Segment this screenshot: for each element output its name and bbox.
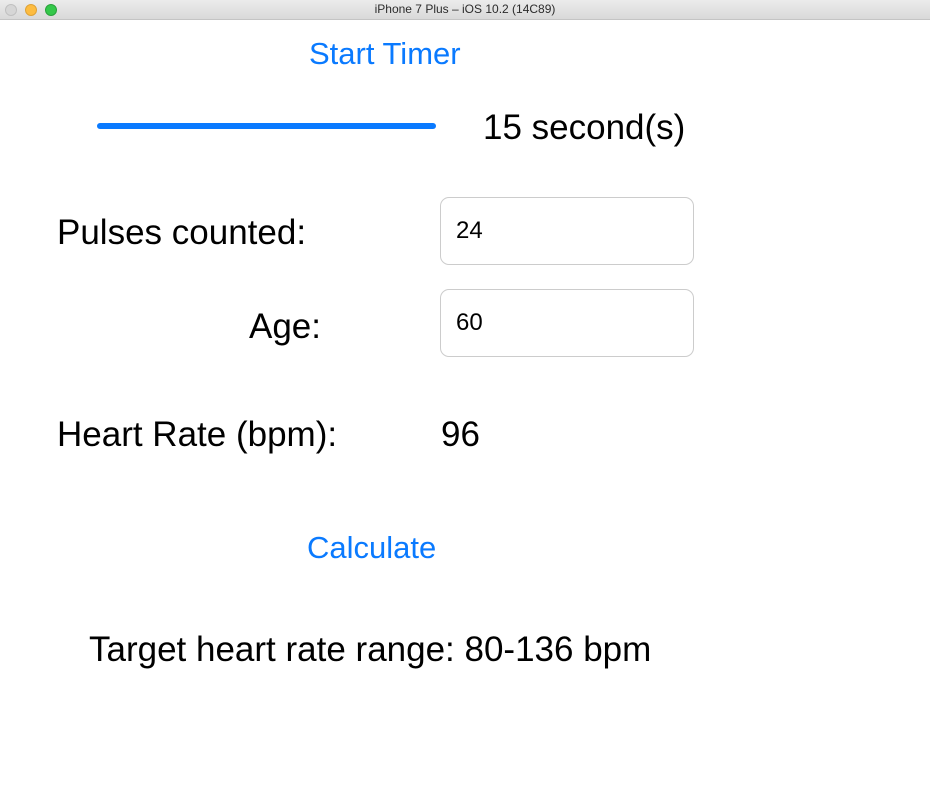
- age-field[interactable]: [440, 289, 694, 357]
- pulses-counted-label: Pulses counted:: [57, 213, 307, 252]
- heart-rate-value: 96: [441, 415, 480, 454]
- window-title: iPhone 7 Plus – iOS 10.2 (14C89): [374, 2, 556, 16]
- timer-value-label: 15 second(s): [483, 108, 686, 147]
- start-timer-button[interactable]: Start Timer: [309, 36, 461, 72]
- heart-rate-label: Heart Rate (bpm):: [57, 415, 338, 454]
- app-screen: Start Timer 15 second(s) Pulses counted:…: [0, 20, 930, 793]
- simulator-window: iPhone 7 Plus – iOS 10.2 (14C89) Start T…: [0, 0, 930, 793]
- timer-slider[interactable]: [97, 123, 436, 129]
- calculate-button[interactable]: Calculate: [307, 530, 436, 566]
- age-label: Age:: [249, 307, 321, 346]
- pulses-counted-field[interactable]: [440, 197, 694, 265]
- target-heart-rate-range: Target heart rate range: 80-136 bpm: [89, 630, 652, 669]
- title-bar: iPhone 7 Plus – iOS 10.2 (14C89): [0, 0, 930, 20]
